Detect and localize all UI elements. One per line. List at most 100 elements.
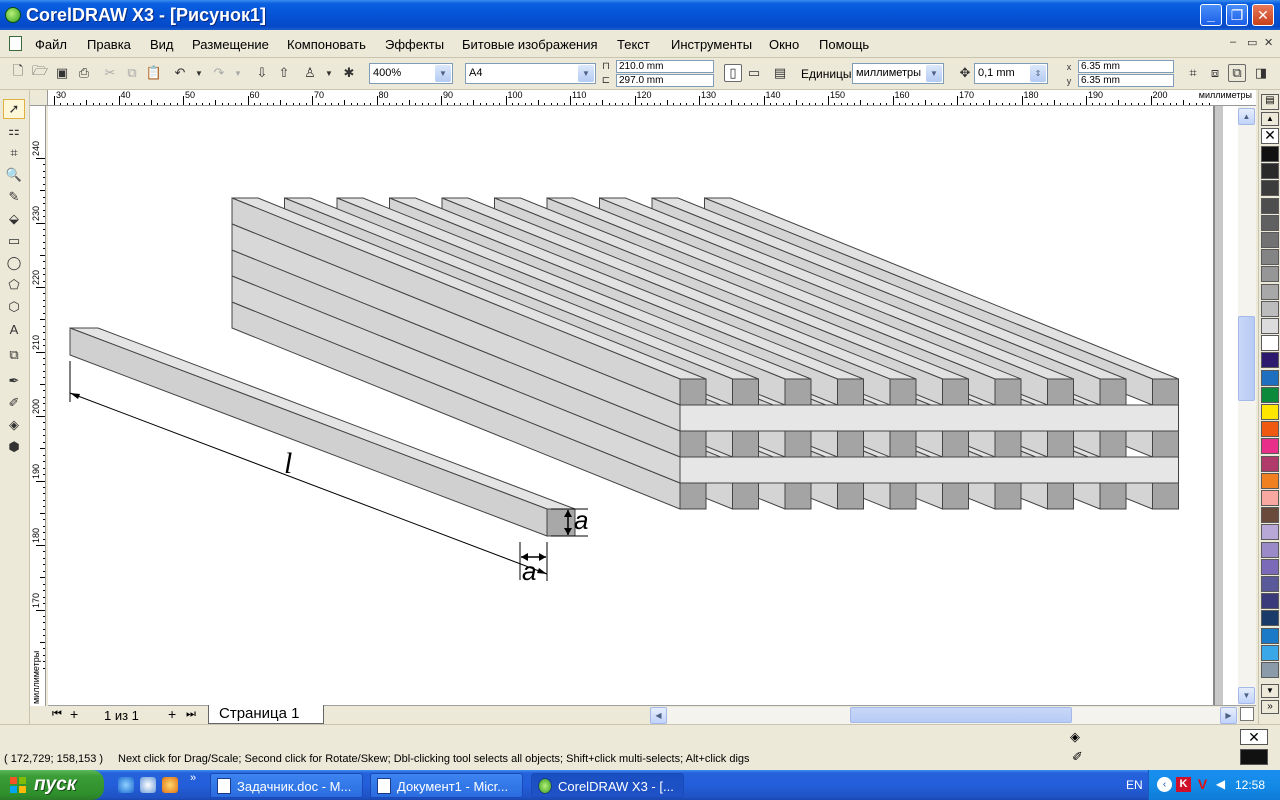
application-launcher-icon[interactable]: ♙	[301, 64, 319, 82]
palette-swatch[interactable]	[1261, 318, 1279, 334]
vertical-ruler[interactable]: миллиметры 240 230 220 210 200 190 180 170	[30, 106, 46, 706]
palette-swatch[interactable]	[1261, 146, 1279, 162]
palette-swatch[interactable]	[1261, 438, 1279, 455]
media-player-icon[interactable]	[162, 777, 178, 793]
mdi-close-icon[interactable]: ✕	[1264, 36, 1273, 49]
palette-swatch[interactable]	[1261, 558, 1279, 575]
vertical-scroll-thumb[interactable]	[1238, 316, 1255, 401]
scroll-down-icon[interactable]: ▼	[1238, 687, 1255, 704]
print-icon[interactable]: ⎙	[75, 64, 93, 82]
add-page-before-icon[interactable]: +	[70, 706, 78, 722]
page-tab-1[interactable]: Страница 1	[208, 705, 324, 724]
palette-swatch[interactable]	[1261, 404, 1279, 420]
outline-indicator-icon[interactable]: ✐	[1072, 749, 1083, 765]
tray-expand-icon[interactable]: ‹	[1157, 777, 1172, 792]
pick-tool-icon[interactable]: ➚	[3, 99, 25, 119]
palette-swatch[interactable]	[1261, 214, 1279, 231]
antivirus-icon[interactable]: K	[1176, 777, 1191, 792]
export-icon[interactable]: ⇧	[275, 64, 293, 82]
menu-view[interactable]: Вид	[150, 37, 174, 52]
task-word-document1[interactable]: Документ1 - Micr...	[370, 773, 523, 798]
palette-menu-icon[interactable]: ▤	[1261, 94, 1279, 110]
palette-swatch[interactable]	[1261, 662, 1279, 678]
new-document-icon[interactable]: 🗋	[9, 63, 27, 82]
menu-arrange[interactable]: Размещение	[192, 37, 269, 52]
palette-swatch[interactable]	[1261, 644, 1279, 661]
undo-icon[interactable]: ↶	[171, 64, 189, 82]
ruler-origin[interactable]	[30, 90, 48, 106]
title-bar[interactable]: CorelDRAW X3 - [Рисунок1] _ ❐ ✕	[0, 0, 1280, 30]
palette-swatch[interactable]	[1261, 249, 1279, 266]
navigator-icon[interactable]	[1240, 707, 1254, 721]
polygon-tool-icon[interactable]: ⬠	[3, 275, 25, 295]
palette-swatch[interactable]	[1261, 524, 1279, 541]
rectangle-tool-icon[interactable]: ▭	[3, 231, 25, 251]
palette-swatch[interactable]	[1261, 507, 1279, 524]
close-button[interactable]: ✕	[1252, 4, 1274, 26]
volume-icon[interactable]: ◀	[1213, 777, 1228, 792]
text-tool-icon[interactable]: A	[3, 319, 25, 339]
palette-swatch[interactable]	[1261, 593, 1279, 610]
palette-swatch[interactable]	[1261, 627, 1279, 644]
undo-dropdown-icon[interactable]: ▼	[190, 64, 208, 82]
menu-text[interactable]: Текст	[617, 37, 650, 52]
restore-button[interactable]: ❐	[1226, 4, 1248, 26]
scroll-up-icon[interactable]: ▲	[1238, 108, 1255, 125]
treat-as-filled-icon[interactable]: ⌗	[1184, 64, 1202, 82]
mdi-minimize-icon[interactable]: –	[1230, 36, 1236, 48]
palette-swatch[interactable]	[1261, 472, 1279, 489]
palette-swatch[interactable]	[1261, 335, 1279, 352]
interactive-fill-tool-icon[interactable]: ⬢	[3, 437, 25, 457]
basic-shapes-tool-icon[interactable]: ⬡	[3, 297, 25, 317]
coreldraw-app-icon[interactable]	[5, 7, 21, 23]
no-color-swatch-icon[interactable]: ✕	[1261, 128, 1279, 144]
horizontal-ruler[interactable]: миллиметры 30 40 50 60 70 80 90 100 110 120 130 140…	[48, 90, 1256, 106]
outline-tool-icon[interactable]: ✐	[3, 393, 25, 413]
palette-swatch[interactable]	[1261, 421, 1279, 438]
menu-help[interactable]: Помощь	[819, 37, 869, 52]
snap-to-objects-icon[interactable]: ◨	[1252, 64, 1270, 82]
outlook-express-icon[interactable]	[140, 777, 156, 793]
horizontal-scrollbar[interactable]: ◀ ▶	[650, 707, 1238, 724]
palette-swatch[interactable]	[1261, 541, 1279, 558]
fill-color-swatch-icon[interactable]: ✕	[1240, 729, 1268, 745]
document-icon[interactable]	[9, 36, 22, 51]
palette-swatch[interactable]	[1261, 490, 1279, 506]
launcher-dropdown-icon[interactable]: ▼	[320, 64, 338, 82]
menu-edit[interactable]: Правка	[87, 37, 131, 52]
snap-to-guidelines-icon[interactable]: ⧉	[1228, 64, 1246, 82]
page-width-field[interactable]: 210.0 mm	[616, 60, 714, 73]
zoom-tool-icon[interactable]: 🔍	[3, 165, 25, 185]
task-coreldraw[interactable]: CorelDRAW X3 - [...	[531, 773, 684, 798]
quicklaunch-more-icon[interactable]: »	[190, 772, 196, 784]
copy-icon[interactable]: ⧉	[123, 64, 141, 82]
smart-fill-tool-icon[interactable]: ⬙	[3, 209, 25, 229]
palette-scroll-up-icon[interactable]: ▲	[1261, 112, 1279, 126]
paste-icon[interactable]: 📋	[145, 64, 163, 82]
nudge-spin-icon[interactable]: ⇕	[1030, 65, 1046, 82]
language-indicator[interactable]: EN	[1126, 778, 1143, 792]
import-icon[interactable]: ⇩	[253, 64, 271, 82]
duplicate-x-field[interactable]: 6.35 mm	[1078, 60, 1174, 73]
menu-effects[interactable]: Эффекты	[385, 37, 444, 52]
shape-tool-icon[interactable]: ⚏	[3, 121, 25, 141]
palette-expand-icon[interactable]: »	[1261, 700, 1279, 714]
start-button[interactable]: пуск	[0, 770, 104, 800]
palette-scroll-down-icon[interactable]: ▼	[1261, 684, 1279, 698]
add-page-after-icon[interactable]: +	[168, 706, 176, 722]
palette-swatch[interactable]	[1261, 232, 1279, 248]
palette-swatch[interactable]	[1261, 610, 1279, 627]
minimize-button[interactable]: _	[1200, 4, 1222, 26]
palette-swatch[interactable]	[1261, 283, 1279, 300]
palette-swatch[interactable]	[1261, 180, 1279, 197]
drawing-canvas[interactable]: l a a	[48, 106, 1238, 706]
outline-color-swatch[interactable]	[1240, 749, 1268, 765]
units-combo[interactable]: миллиметры ▼	[852, 63, 944, 84]
vertical-scrollbar[interactable]: ▲ ▼	[1238, 106, 1256, 706]
paper-size-combo[interactable]: A4 ▼	[465, 63, 596, 84]
redo-dropdown-icon[interactable]: ▼	[229, 64, 247, 82]
fill-tool-icon[interactable]: ◈	[3, 415, 25, 435]
portrait-icon[interactable]: ▯	[724, 64, 742, 82]
menu-layout[interactable]: Компоновать	[287, 37, 366, 52]
palette-swatch[interactable]	[1261, 576, 1279, 592]
